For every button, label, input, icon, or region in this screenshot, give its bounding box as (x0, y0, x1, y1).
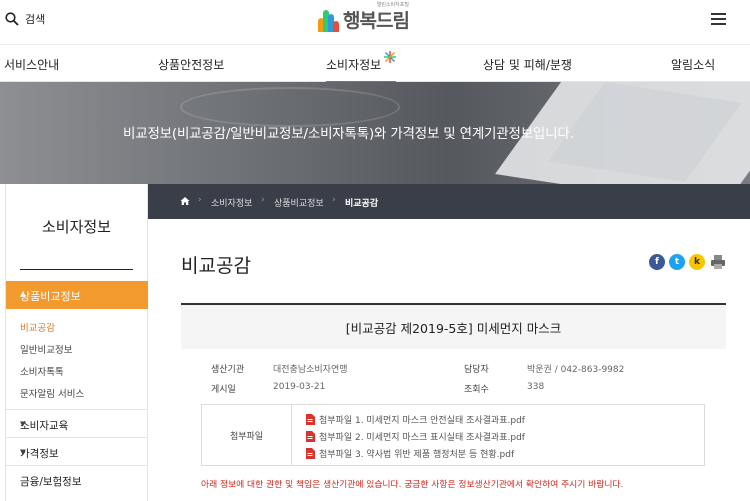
breadcrumb-item-product-compare[interactable]: 상품비교정보 (274, 196, 324, 209)
attachment-name: 첨부파일 2. 미세먼지 마스크 표시실태 조사결과표.pdf (319, 433, 525, 443)
breadcrumb-item-current: 비교공감 (345, 199, 379, 209)
hamburger-menu-icon[interactable] (711, 13, 726, 25)
caret-down-icon: ▼ (20, 448, 26, 456)
site-logo[interactable]: 열린소비자포털 행복드림 (318, 2, 410, 33)
nav-item-counseling[interactable]: 상담 및 피해/분쟁 (483, 56, 572, 73)
search-icon (5, 12, 19, 26)
search-label: 검색 (25, 13, 46, 26)
pdf-icon (306, 448, 315, 459)
facebook-icon[interactable]: f (649, 254, 665, 270)
nav-item-consumer-info-label: 소비자정보 (326, 58, 382, 72)
attachments-label: 첨부파일 (202, 405, 292, 465)
site-header: 검색 열린소비자포털 행복드림 (0, 0, 750, 42)
article-heading: [비교공감 제2019-5호] 미세먼지 마스크 (181, 303, 726, 349)
attachment-link-2[interactable]: 첨부파일 2. 미세먼지 마스크 표시실태 조사결과표.pdf (305, 430, 525, 443)
views-label: 조회수 (464, 385, 489, 395)
nav-item-service-guide[interactable]: 서비스안내 (4, 56, 59, 73)
home-icon[interactable] (180, 196, 190, 206)
views-value: 338 (527, 382, 545, 392)
date-label: 게시일 (211, 385, 236, 395)
nav-item-news[interactable]: 알림소식 (671, 56, 715, 73)
sidebar-title: 소비자정보 (41, 218, 111, 236)
sidebar-divider (20, 269, 133, 270)
nav-item-consumer-info[interactable]: 소비자정보 (326, 51, 397, 83)
star-sparkle-icon (384, 51, 397, 63)
attachment-name: 첨부파일 1. 미세먼지 마스크 안전실태 조사결과표.pdf (319, 416, 525, 426)
attachment-name: 첨부파일 3. 약사법 위반 제품 행정처분 등 현황.pdf (319, 450, 515, 460)
sidebar-group-finance[interactable]: 금융/보험정보 (6, 465, 147, 493)
attachment-link-1[interactable]: 첨부파일 1. 미세먼지 마스크 안전실태 조사결과표.pdf (305, 413, 525, 426)
article-heading-title: 미세먼지 마스크 (476, 321, 562, 336)
logo-tagline: 열린소비자포털 (376, 2, 409, 8)
breadcrumb-separator: › (198, 195, 202, 205)
attachments-box: 첨부파일 첨부파일 1. 미세먼지 마스크 안전실태 조사결과표.pdf 첨부파… (201, 404, 705, 466)
contact-label: 담당자 (464, 365, 489, 375)
logo-mark (318, 8, 340, 32)
sidebar-group-education[interactable]: 소비자교육 ▼ (6, 409, 147, 437)
print-icon[interactable] (710, 254, 726, 270)
banner-text: 비교정보(비교공감/일반비교정보/소비자톡톡)와 가격정보 및 연계기관정보입니… (123, 126, 574, 142)
page-title: 비교공감 (181, 255, 251, 277)
caret-down-icon: ▼ (20, 420, 26, 428)
kakao-icon[interactable]: k (689, 254, 705, 270)
breadcrumb: › 소비자정보 › 상품비교정보 › 비교공감 (148, 184, 750, 219)
twitter-icon[interactable]: t (669, 254, 685, 270)
main-nav: 서비스안내 상품안전정보 소비자정보 상담 및 피해/분쟁 알림소식 (0, 44, 750, 83)
breadcrumb-separator: › (332, 195, 336, 205)
sidebar-group-price[interactable]: 가격정보 ▼ (6, 437, 147, 465)
article: [비교공감 제2019-5호] 미세먼지 마스크 (181, 303, 726, 349)
sidebar-sub-general-compare[interactable]: 일반비교정보 (20, 342, 72, 356)
search-button[interactable]: 검색 (5, 11, 45, 27)
nav-item-product-safety[interactable]: 상품안전정보 (158, 56, 224, 73)
logo-text: 열린소비자포털 행복드림 (343, 2, 410, 33)
attachment-link-3[interactable]: 첨부파일 3. 약사법 위반 제품 행정처분 등 현황.pdf (305, 447, 514, 460)
sidebar: 소비자정보 상품비교정보 ▲ 비교공감 일반비교정보 소비자톡톡 문자알림 서비… (5, 184, 148, 501)
logo-title: 행복드림 (343, 10, 410, 32)
caret-up-icon: ▲ (20, 290, 26, 298)
sidebar-sub-consumer-talk[interactable]: 소비자톡톡 (20, 364, 64, 378)
banner-decoration (180, 87, 400, 127)
contact-value: 박운권 / 042-863-9982 (527, 365, 625, 375)
breadcrumb-separator: › (261, 195, 265, 205)
date-value: 2019-03-21 (273, 382, 326, 392)
responsibility-notice: 아래 정보에 대한 권한 및 책임은 생산기관에 있습니다. 궁금한 사항은 정… (201, 480, 624, 490)
sidebar-sub-compare-empathy[interactable]: 비교공감 (20, 320, 55, 334)
producer-label: 생산기관 (211, 365, 245, 375)
breadcrumb-item-consumer-info[interactable]: 소비자정보 (211, 196, 252, 209)
sidebar-sub-sms-alert[interactable]: 문자알림 서비스 (20, 386, 84, 400)
article-heading-prefix: [비교공감 제2019-5호] (345, 321, 473, 336)
pdf-icon (306, 431, 315, 442)
hero-banner: 비교정보(비교공감/일반비교정보/소비자톡톡)와 가격정보 및 연계기관정보입니… (0, 82, 750, 184)
sidebar-group-product-compare[interactable]: 상품비교정보 ▲ (6, 281, 148, 309)
pdf-icon (306, 414, 315, 425)
sidebar-group-label: 금융/보험정보 (20, 476, 82, 488)
producer-value: 대전충남소비자연맹 (273, 365, 348, 375)
